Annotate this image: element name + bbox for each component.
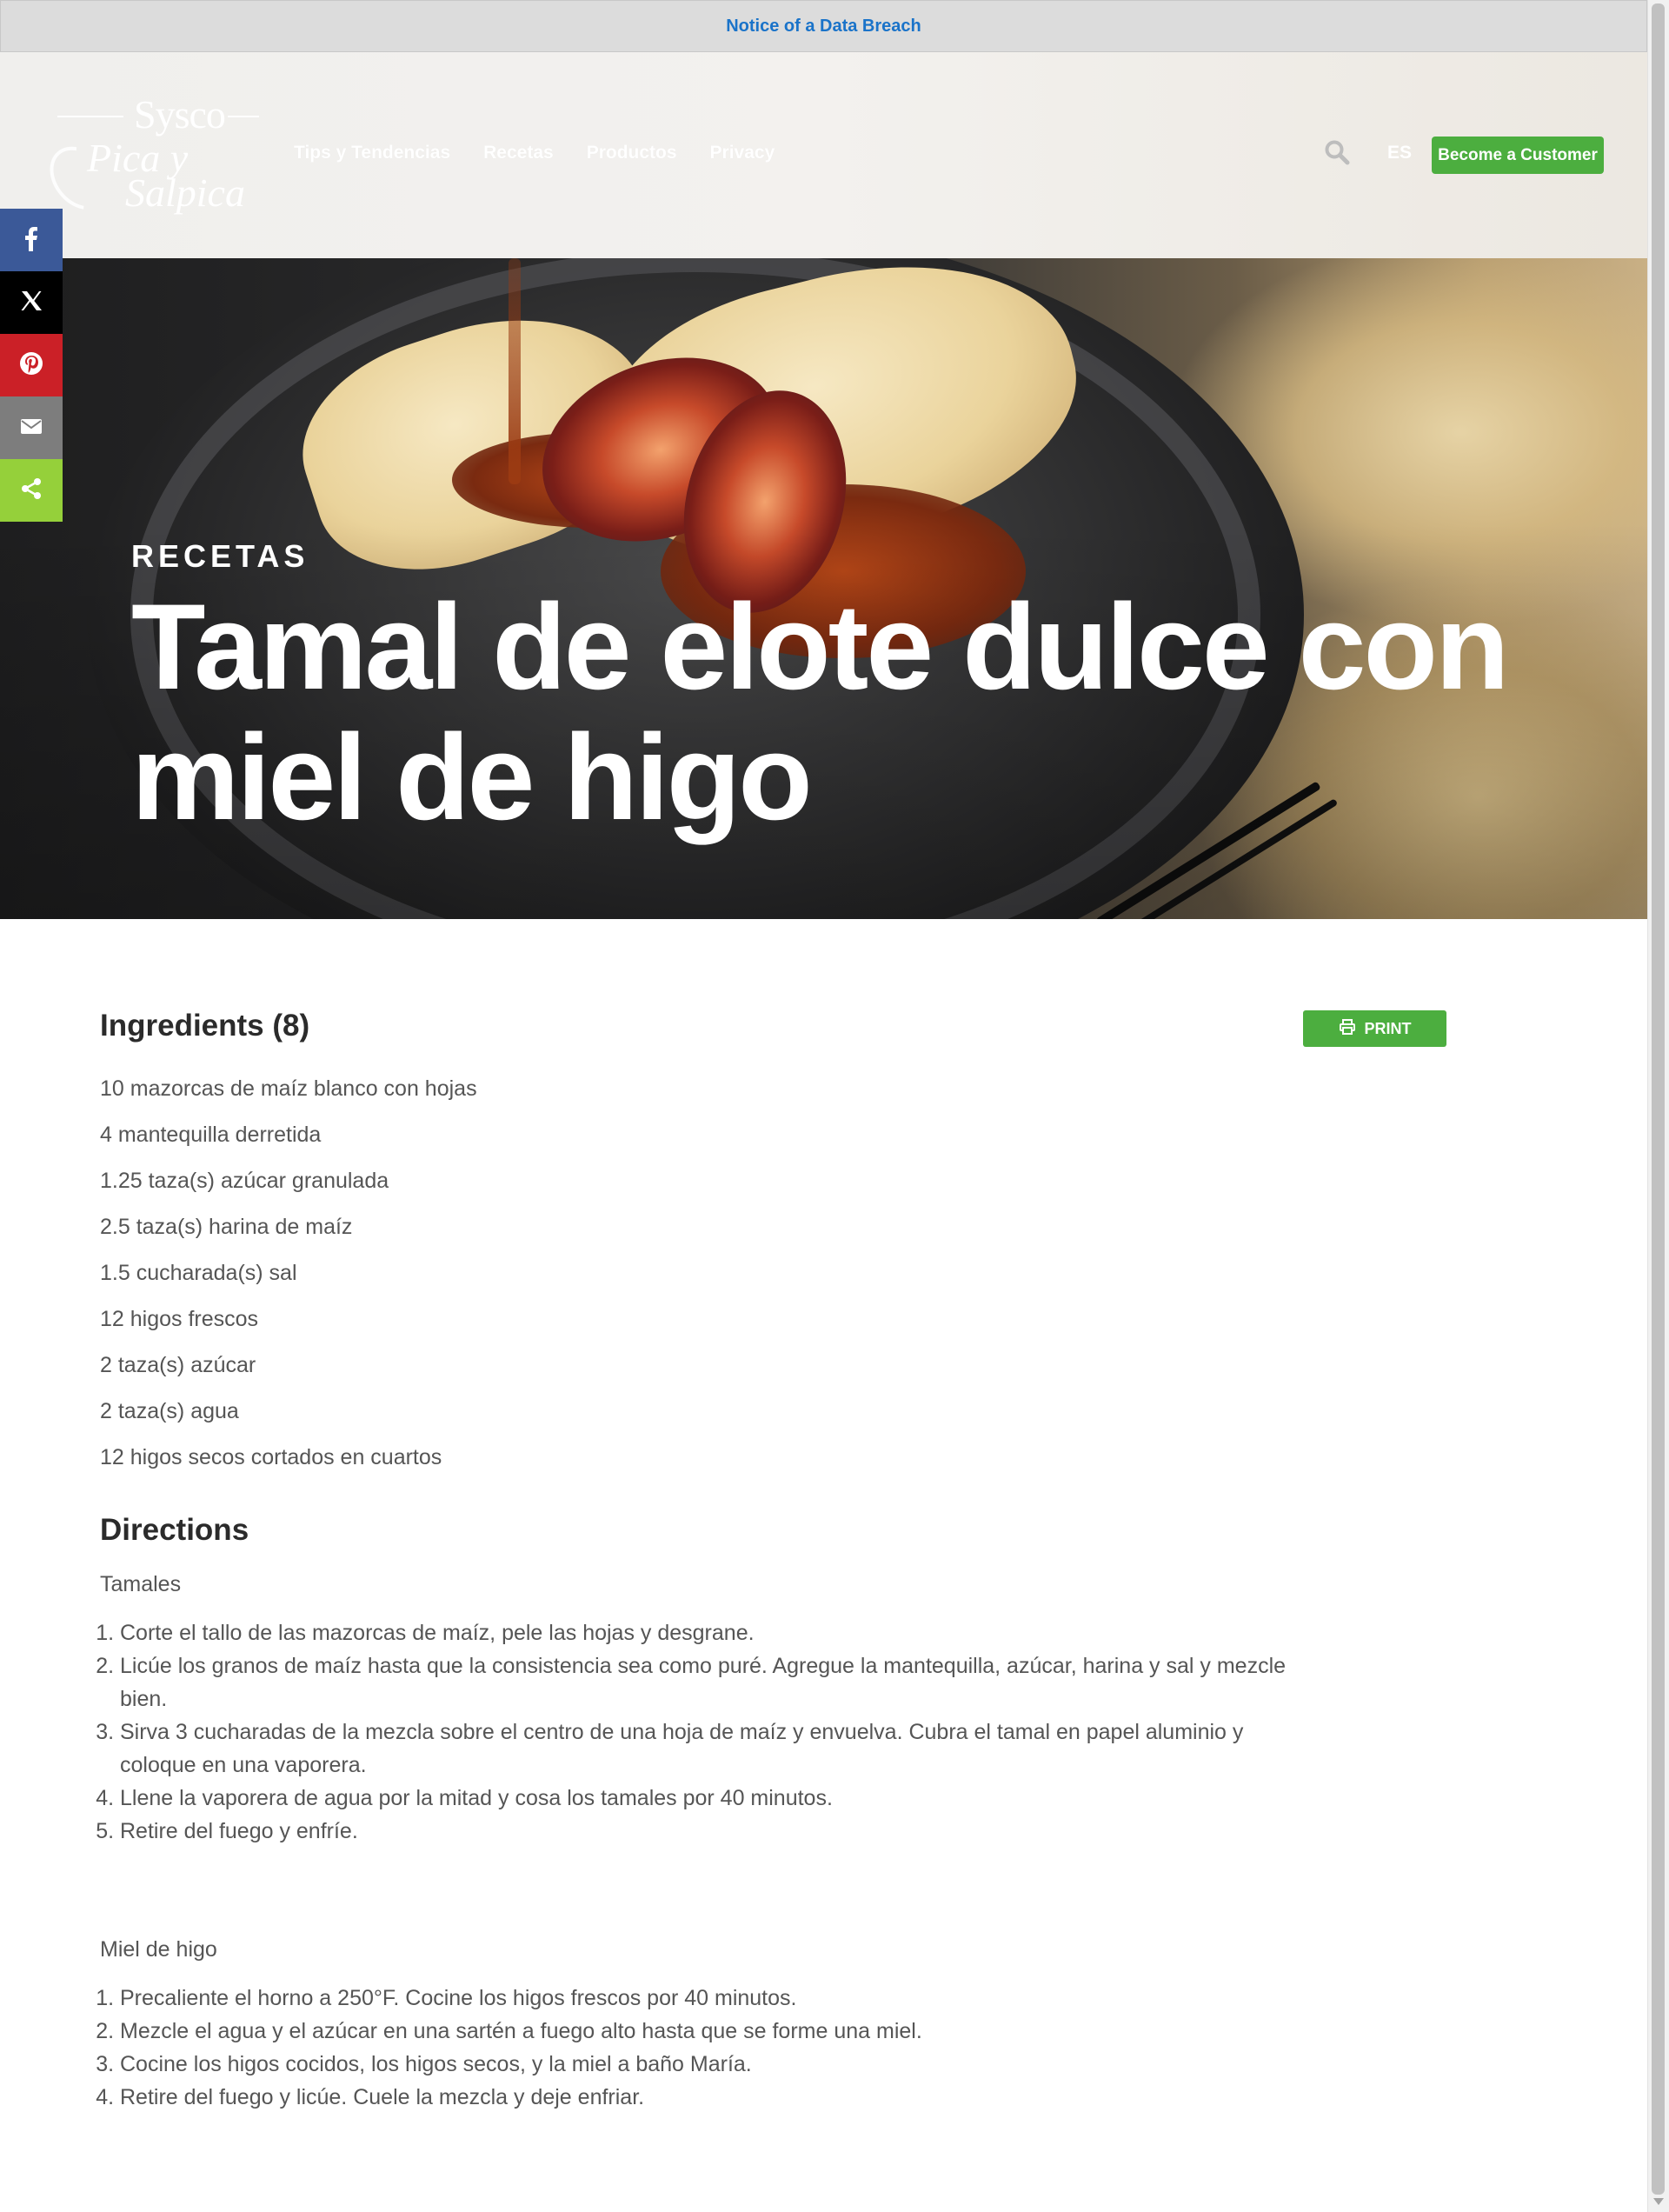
email-share-button[interactable] <box>0 396 63 459</box>
ingredient-item: 2 taza(s) azúcar <box>100 1353 256 1377</box>
ingredient-item: 12 higos frescos <box>100 1307 259 1331</box>
print-label: PRINT <box>1364 1019 1412 1037</box>
x-share-button[interactable] <box>0 271 63 334</box>
nav-item-productos[interactable]: Productos <box>587 143 677 163</box>
steps-list-tamales: Corte el tallo de las mazorcas de maíz, … <box>100 1616 1300 1848</box>
scrollbar-thumb[interactable] <box>1652 3 1665 2195</box>
search-icon[interactable] <box>1324 139 1350 165</box>
facebook-share-button[interactable] <box>0 209 63 271</box>
social-share-bar <box>0 209 63 522</box>
ingredients-section: Ingredients (8) 10 mazorcas de maíz blan… <box>100 1009 477 1481</box>
ingredient-item: 10 mazorcas de maíz blanco con hojas <box>100 1076 477 1101</box>
step-item: Precaliente el horno a 250°F. Cocine los… <box>120 1982 1300 2015</box>
directions-subheading-miel-de-higo: Miel de higo <box>100 1937 217 1962</box>
ingredient-item: 4 mantequilla derretida <box>100 1123 322 1147</box>
directions-heading: Directions <box>100 1513 249 1547</box>
ingredient-item: 1.25 taza(s) azúcar granulada <box>100 1169 389 1193</box>
step-item: Corte el tallo de las mazorcas de maíz, … <box>120 1616 1300 1649</box>
step-item: Mezcle el agua y el azúcar en una sartén… <box>120 2015 1300 2048</box>
printer-icon <box>1339 1018 1356 1040</box>
logo-wordmark: Sysco <box>134 92 226 137</box>
become-a-customer-button[interactable]: Become a Customer <box>1432 137 1604 174</box>
page-scrollbar[interactable] <box>1647 0 1669 2212</box>
step-item: Licúe los granos de maíz hasta que la co… <box>120 1649 1300 1716</box>
share-more-button[interactable] <box>0 459 63 522</box>
ingredient-item: 2.5 taza(s) harina de maíz <box>100 1215 353 1239</box>
logo-rule-left <box>57 116 123 117</box>
main-nav: Tips y Tendencias Recetas Productos Priv… <box>294 143 775 163</box>
email-icon <box>18 413 44 443</box>
site-header: Sysco Pica y Salpica Tips y Tendencias R… <box>0 52 1647 258</box>
ingredient-item: 12 higos secos cortados en cuartos <box>100 1445 442 1469</box>
hero-category-label[interactable]: RECETAS <box>131 538 309 575</box>
nav-item-privacy[interactable]: Privacy <box>710 143 775 163</box>
data-breach-notice-link[interactable]: Notice of a Data Breach <box>726 17 921 37</box>
print-button[interactable]: PRINT <box>1303 1010 1446 1047</box>
language-switch-link[interactable]: ES <box>1387 143 1412 163</box>
ingredient-list: 10 mazorcas de maíz blanco con hojas 4 m… <box>100 1066 477 1481</box>
steps-list-miel-de-higo: Precaliente el horno a 250°F. Cocine los… <box>100 1982 1300 2114</box>
logo-script-line2: Salpica <box>125 170 245 215</box>
sysco-pica-y-salpica-logo[interactable]: Sysco Pica y Salpica <box>37 91 259 222</box>
directions-subheading-tamales: Tamales <box>100 1572 182 1596</box>
step-item: Cocine los higos cocidos, los higos seco… <box>120 2048 1300 2081</box>
step-item: Retire del fuego y enfríe. <box>120 1815 1300 1848</box>
nav-item-recetas[interactable]: Recetas <box>483 143 554 163</box>
pinterest-icon <box>18 350 44 381</box>
share-icon <box>18 476 44 506</box>
notice-bar: Notice of a Data Breach <box>0 0 1647 52</box>
scroll-down-arrow-icon[interactable] <box>1653 2198 1664 2205</box>
x-icon <box>18 288 44 318</box>
pinterest-share-button[interactable] <box>0 334 63 396</box>
step-item: Llene la vaporera de agua por la mitad y… <box>120 1782 1300 1815</box>
ingredients-heading: Ingredients (8) <box>100 1009 310 1043</box>
hero-banner: RECETAS Tamal de elote dulce con miel de… <box>0 258 1647 919</box>
step-item: Sirva 3 cucharadas de la mezcla sobre el… <box>120 1716 1300 1782</box>
ingredient-item: 2 taza(s) agua <box>100 1399 239 1423</box>
facebook-icon <box>18 225 44 256</box>
ingredient-item: 1.5 cucharada(s) sal <box>100 1261 297 1285</box>
step-item: Retire del fuego y licúe. Cuele la mezcl… <box>120 2081 1300 2114</box>
logo-rule-right <box>228 116 259 117</box>
nav-item-tips-y-tendencias[interactable]: Tips y Tendencias <box>294 143 450 163</box>
directions-section: Directions Tamales Corte el tallo de las… <box>100 1513 1300 2114</box>
page-title: Tamal de elote dulce con miel de higo <box>131 578 1510 845</box>
